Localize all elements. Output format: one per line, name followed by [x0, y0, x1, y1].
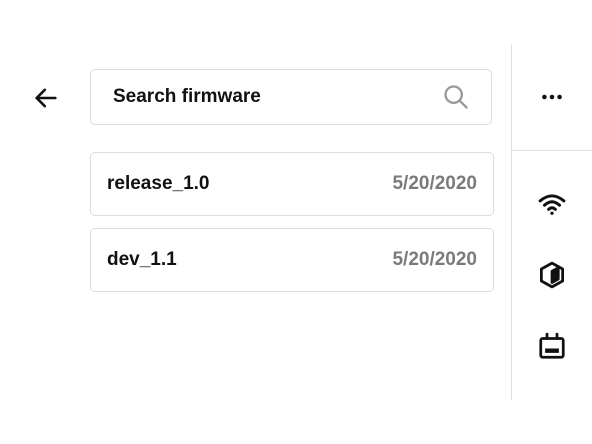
more-horizontal-icon	[542, 94, 562, 100]
cube-icon	[540, 261, 564, 289]
board-button[interactable]	[532, 326, 572, 366]
list-item[interactable]: release_1.0 5/20/2020	[90, 152, 494, 216]
search-icon[interactable]	[441, 82, 471, 112]
side-divider-horizontal	[512, 150, 592, 151]
side-divider	[511, 44, 512, 400]
wifi-button[interactable]	[532, 184, 572, 224]
search-input[interactable]	[113, 86, 441, 108]
arrow-left-icon	[35, 88, 57, 108]
firmware-name: dev_1.1	[107, 249, 177, 270]
firmware-name: release_1.0	[107, 173, 210, 194]
list-item[interactable]: dev_1.1 5/20/2020	[90, 228, 494, 292]
firmware-list: release_1.0 5/20/2020 dev_1.1 5/20/2020	[90, 152, 494, 304]
board-icon	[539, 332, 565, 359]
firmware-date: 5/20/2020	[392, 173, 477, 194]
search-box[interactable]	[90, 69, 492, 125]
wifi-icon	[538, 194, 566, 215]
back-button[interactable]	[28, 80, 64, 116]
firmware-date: 5/20/2020	[392, 249, 477, 270]
more-button[interactable]	[532, 77, 572, 117]
firmware-page: release_1.0 5/20/2020 dev_1.1 5/20/2020	[0, 0, 592, 444]
cube-button[interactable]	[532, 255, 572, 295]
